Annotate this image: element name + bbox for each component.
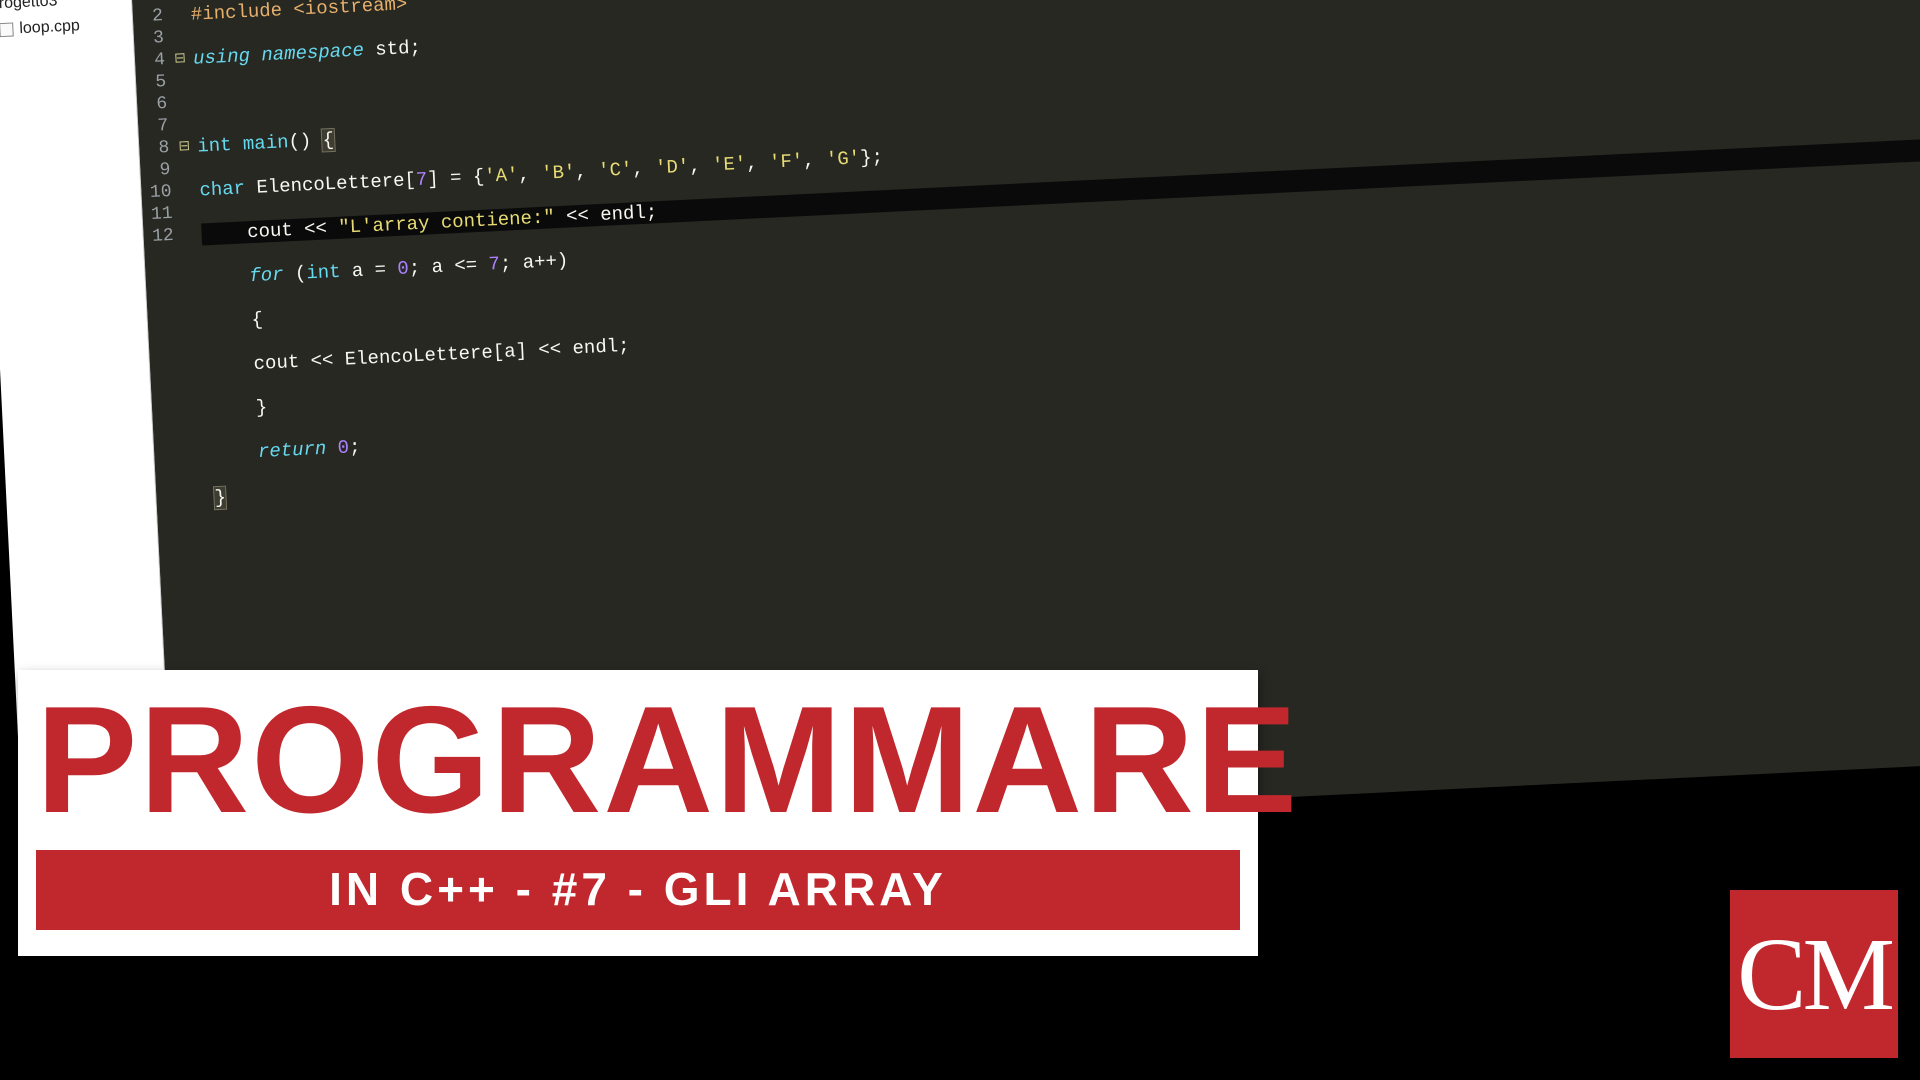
code-token: using	[193, 44, 262, 69]
file-icon	[0, 22, 14, 37]
line-number: 9	[140, 159, 171, 182]
code-token: ;	[409, 37, 421, 60]
line-number: 6	[137, 93, 168, 116]
title-overlay: PROGRAMMARE IN C++ - #7 - GLI ARRAY	[18, 670, 1258, 956]
title-subtitle-bar: IN C++ - #7 - GLI ARRAY	[36, 850, 1240, 930]
code-token: for	[203, 263, 295, 289]
code-token: 'C'	[598, 158, 633, 182]
code-token: ,	[575, 160, 599, 183]
code-token: ; a <=	[408, 254, 489, 280]
channel-logo: CM	[1730, 890, 1898, 1058]
code-token: 'E'	[712, 153, 747, 177]
line-number: 12	[143, 225, 174, 248]
code-token: ,	[518, 163, 542, 186]
code-token: ,	[689, 154, 713, 177]
code-token: ; a++)	[499, 250, 568, 275]
fold-toggle-icon[interactable]: ⊟	[175, 136, 194, 159]
line-number: 10	[141, 181, 172, 204]
brace-highlight: }	[214, 487, 226, 510]
code-token: std	[375, 37, 410, 61]
code-token: return	[212, 437, 338, 465]
code-token: "L'array contiene:"	[338, 206, 555, 239]
fold-toggle-icon[interactable]: ⊟	[171, 48, 190, 71]
code-token: int	[306, 260, 353, 284]
line-number: 11	[142, 203, 173, 226]
code-token: ,	[803, 149, 827, 172]
code-token: main	[242, 131, 289, 155]
code-token: << endl;	[554, 201, 658, 228]
code-token: cout	[201, 218, 305, 245]
line-number: 7	[138, 115, 169, 138]
code-token: cout << ElencoLettere[a] << endl;	[208, 335, 630, 378]
brace-highlight: {	[322, 129, 334, 152]
code-token: namespace	[261, 39, 376, 67]
code-token: };	[860, 146, 884, 169]
code-token: 'G'	[826, 147, 861, 171]
code-token: ;	[349, 436, 361, 459]
code-token: 'D'	[655, 156, 690, 180]
code-token: #include	[190, 0, 294, 26]
code-token: <<	[304, 217, 339, 241]
code-token: ] = {	[427, 166, 485, 191]
channel-logo-text: CM	[1737, 915, 1891, 1034]
title-main: PROGRAMMARE	[36, 684, 1240, 836]
line-number: 8	[139, 137, 170, 160]
code-token: 'A'	[484, 164, 519, 188]
line-number: 5	[136, 71, 167, 94]
line-number: 2	[132, 5, 163, 28]
code-token: ,	[746, 152, 770, 175]
code-token: 'B'	[541, 161, 576, 185]
code-token: {	[205, 309, 263, 334]
line-number: 3	[134, 27, 165, 50]
code-token: 'F'	[769, 150, 804, 174]
code-token: }	[210, 397, 268, 422]
code-token: int	[197, 133, 244, 157]
code-token: ElencoLettere	[256, 170, 405, 199]
code-token: a =	[351, 258, 398, 282]
project-file-item[interactable]: loop.cpp	[0, 13, 129, 42]
code-token: ,	[632, 157, 656, 180]
project-file-label: loop.cpp	[19, 17, 80, 38]
line-number: 4	[135, 49, 166, 72]
code-token: <iostream>	[293, 0, 408, 21]
code-token: ()	[288, 129, 323, 153]
code-content[interactable]: #include <iostream> using namespace std;…	[189, 0, 1920, 553]
code-token: char	[199, 177, 257, 202]
